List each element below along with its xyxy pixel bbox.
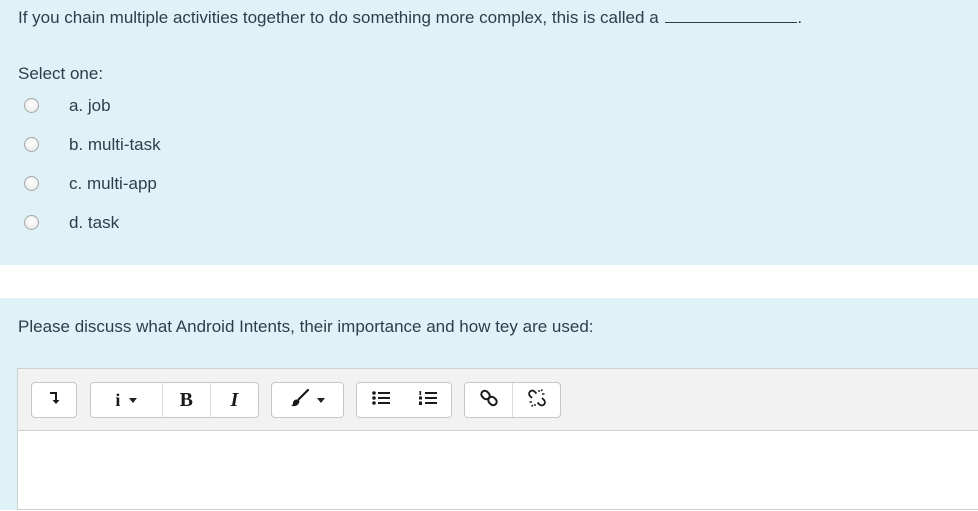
link-icon <box>479 389 498 412</box>
option-d-label[interactable]: d. task <box>69 213 119 233</box>
paintbrush-icon <box>290 388 310 412</box>
option-b[interactable]: b. multi-task <box>24 135 424 159</box>
option-a[interactable]: a. job <box>24 96 424 120</box>
info-icon: i <box>115 389 121 410</box>
arrow-down-return-icon <box>48 391 60 410</box>
numbered-list-button[interactable] <box>404 383 451 417</box>
paragraph-info-button[interactable]: i <box>91 383 163 417</box>
question-2-text: Please discuss what Android Intents, the… <box>18 317 594 336</box>
chevron-down-icon <box>317 397 325 403</box>
style-button[interactable] <box>272 383 343 417</box>
answer-editor[interactable]: i B I <box>17 368 978 510</box>
option-b-label[interactable]: b. multi-task <box>69 135 161 155</box>
toolbar-group-format: i B I <box>90 382 259 418</box>
option-c[interactable]: c. multi-app <box>24 174 424 198</box>
question-1-prompt: If you chain multiple activities togethe… <box>18 8 659 27</box>
option-a-label[interactable]: a. job <box>69 96 111 116</box>
unlink-icon <box>527 388 546 412</box>
fill-in-blank <box>665 8 798 23</box>
option-c-label[interactable]: c. multi-app <box>69 174 157 194</box>
question-1-panel: If you chain multiple activities togethe… <box>0 0 978 265</box>
radio-option-d[interactable] <box>24 215 39 230</box>
chevron-down-icon <box>129 397 138 403</box>
radio-option-a[interactable] <box>24 98 39 113</box>
toolbar-group-style <box>271 382 344 418</box>
toolbar-group-toggle <box>31 382 77 418</box>
radio-option-b[interactable] <box>24 137 39 152</box>
editor-toolbar: i B I <box>18 369 978 431</box>
numbered-list-icon <box>418 390 437 411</box>
option-d[interactable]: d. task <box>24 213 424 237</box>
bullet-list-icon <box>371 390 390 411</box>
toolbar-group-lists <box>356 382 452 418</box>
toggle-toolbar-button[interactable] <box>32 383 76 417</box>
question-1-end-punct: . <box>797 8 803 27</box>
question-1-text: If you chain multiple activities togethe… <box>18 8 802 28</box>
toolbar-group-links <box>464 382 561 418</box>
bullet-list-button[interactable] <box>357 383 404 417</box>
radio-option-c[interactable] <box>24 176 39 191</box>
question-2-panel: Please discuss what Android Intents, the… <box>0 298 978 510</box>
italic-icon: I <box>230 388 239 411</box>
bold-icon: B <box>179 388 193 411</box>
italic-button[interactable]: I <box>211 383 258 417</box>
link-button[interactable] <box>465 383 513 417</box>
select-one-label: Select one: <box>18 64 104 83</box>
bold-button[interactable]: B <box>163 383 211 417</box>
question-separator <box>0 265 978 298</box>
unlink-button[interactable] <box>513 383 560 417</box>
editor-content-area[interactable] <box>18 431 978 511</box>
